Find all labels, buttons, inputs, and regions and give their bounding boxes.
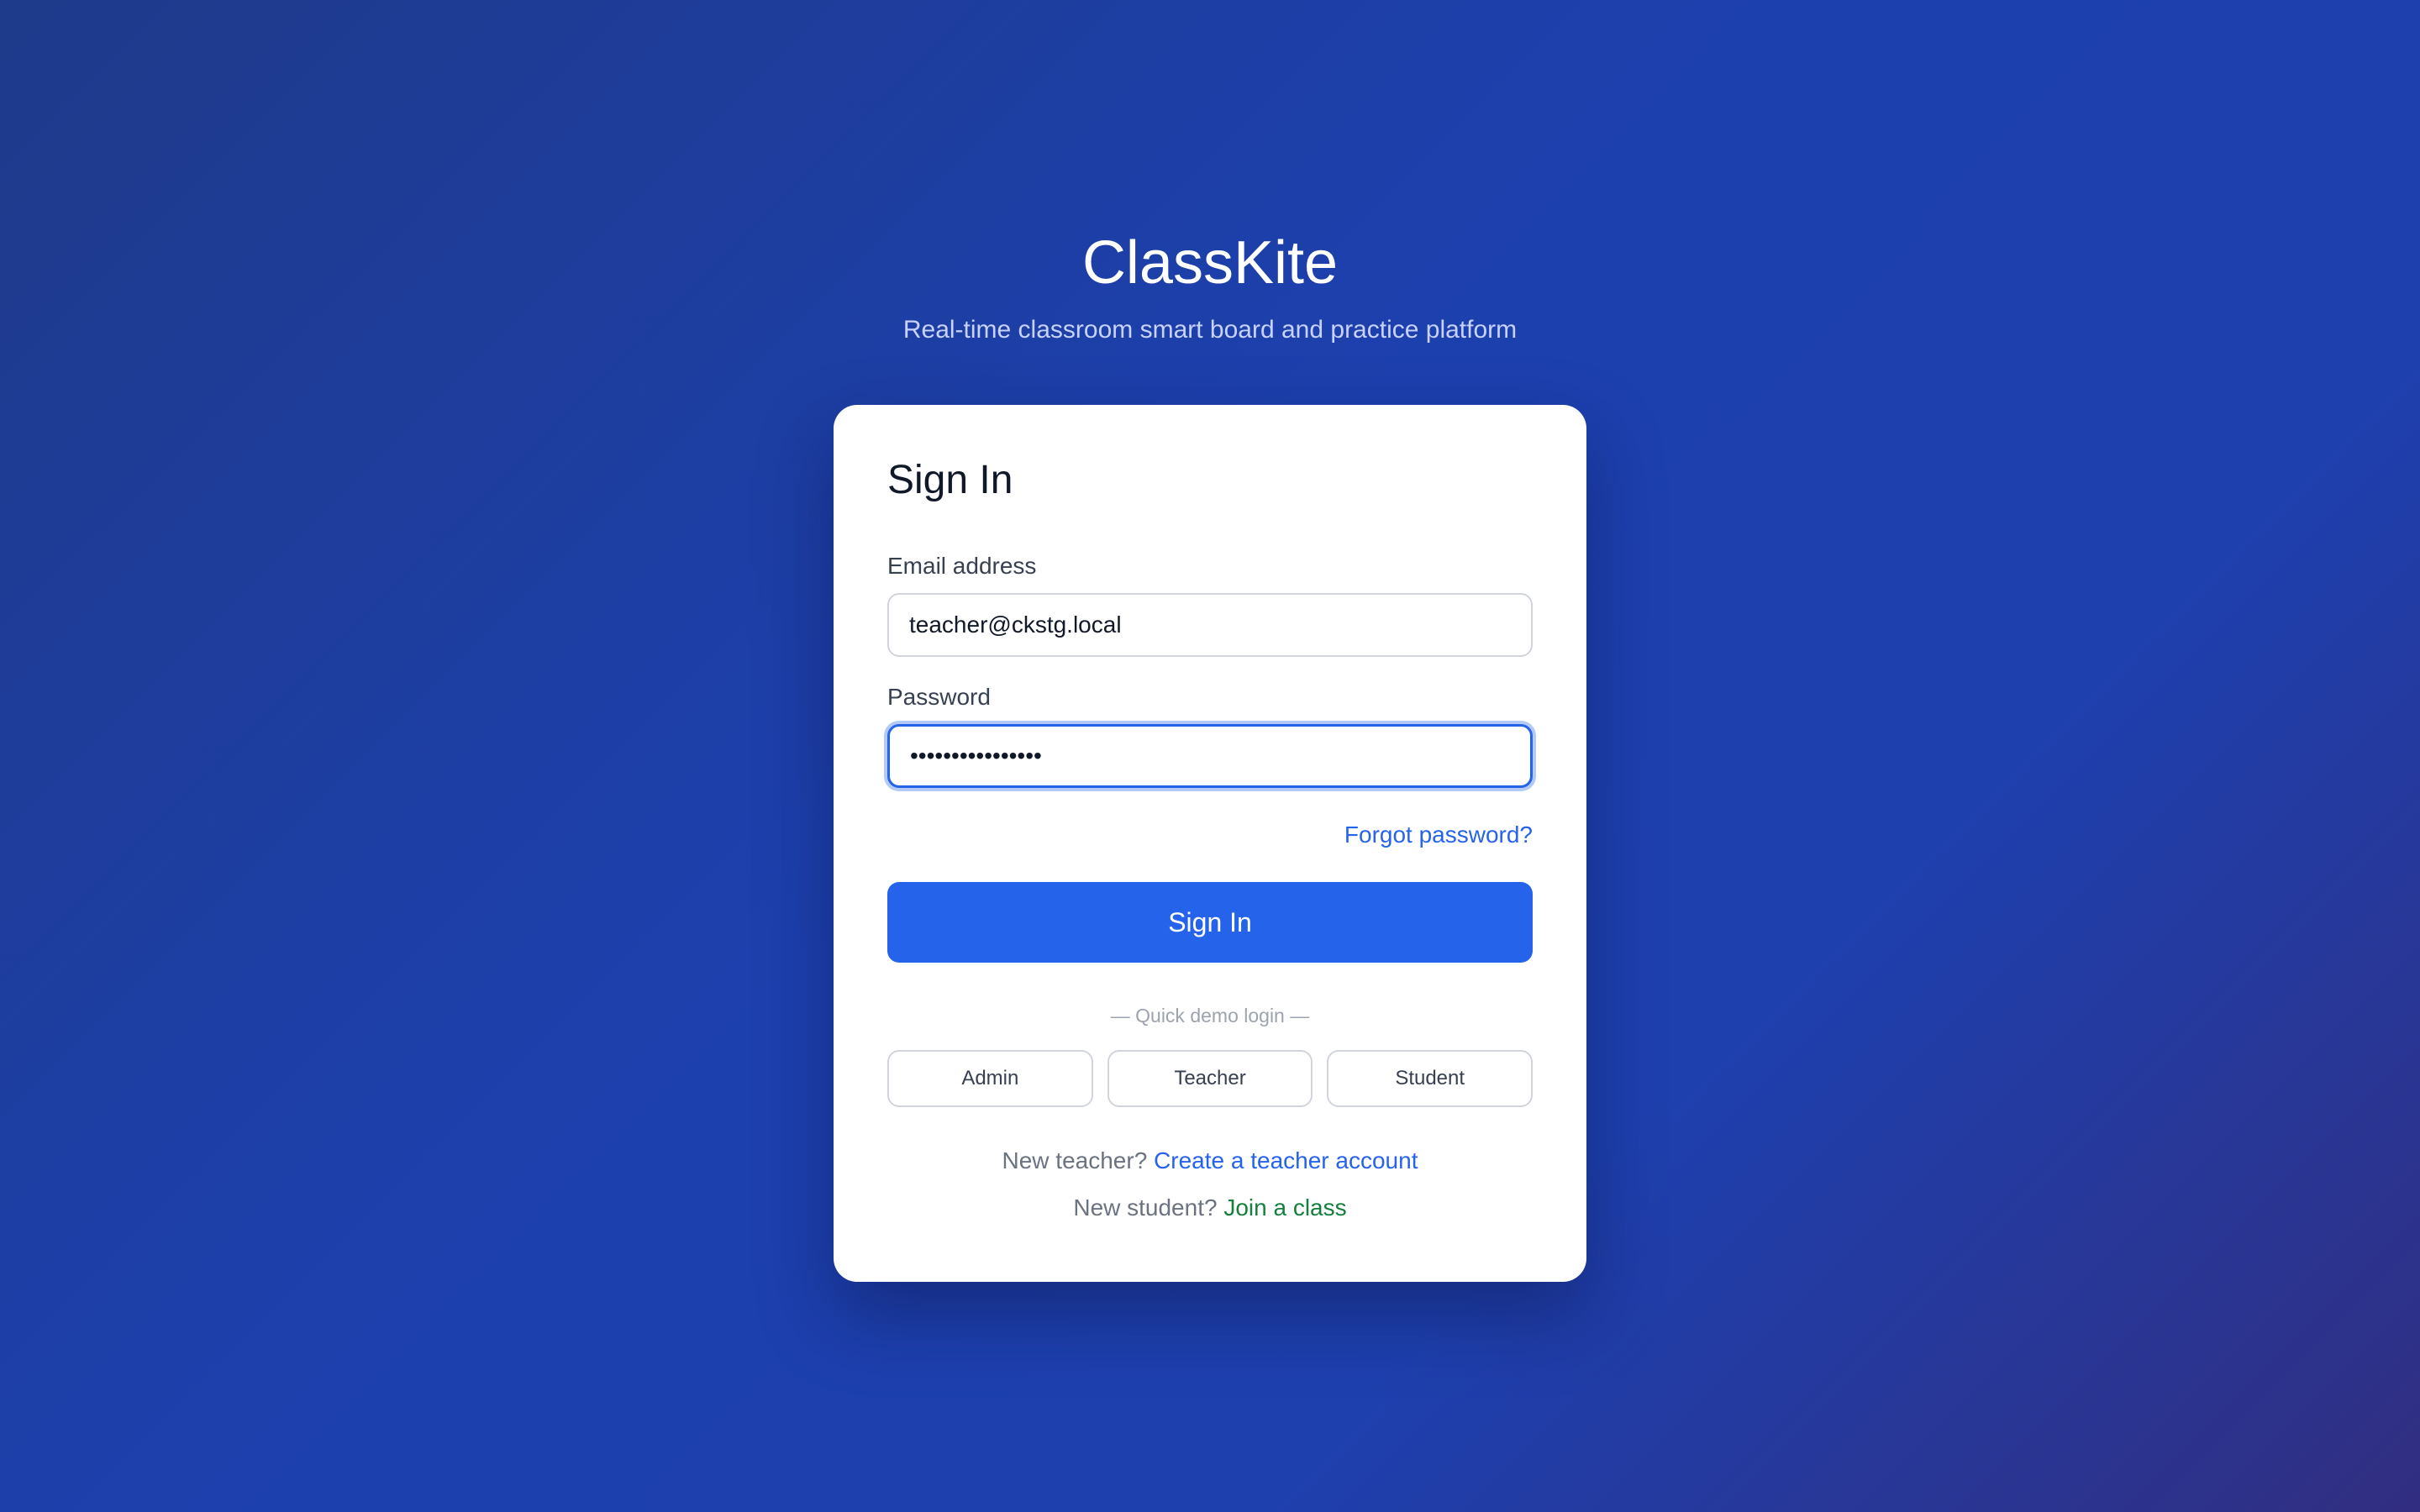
signin-card: Sign In Email address Password Forgot pa… bbox=[834, 405, 1586, 1282]
student-join-prompt: New student? bbox=[1073, 1194, 1218, 1221]
quick-demo-buttons: Admin Teacher Student bbox=[887, 1050, 1534, 1107]
email-label: Email address bbox=[887, 553, 1037, 579]
create-teacher-account-link[interactable]: Create a teacher account bbox=[1154, 1147, 1418, 1173]
signin-heading: Sign In bbox=[887, 458, 1013, 502]
student-join-line: New student? Join a class bbox=[834, 1193, 1586, 1223]
teacher-signup-line: New teacher? Create a teacher account bbox=[834, 1146, 1586, 1176]
demo-student-button[interactable]: Student bbox=[1327, 1050, 1534, 1107]
signin-button[interactable]: Sign In bbox=[887, 882, 1533, 963]
forgot-password-link[interactable]: Forgot password? bbox=[1344, 820, 1533, 850]
email-field[interactable] bbox=[887, 593, 1533, 657]
app-title: ClassKite bbox=[1081, 229, 1339, 297]
teacher-signup-prompt: New teacher? bbox=[1002, 1147, 1148, 1173]
join-class-link[interactable]: Join a class bbox=[1223, 1194, 1346, 1221]
quick-demo-divider: — Quick demo login — bbox=[1110, 1005, 1310, 1026]
demo-teacher-button[interactable]: Teacher bbox=[1107, 1050, 1313, 1107]
app-subtitle: Real-time classroom smart board and prac… bbox=[902, 316, 1518, 344]
password-field[interactable] bbox=[887, 724, 1533, 788]
demo-admin-button[interactable]: Admin bbox=[887, 1050, 1093, 1107]
password-label: Password bbox=[887, 684, 991, 710]
